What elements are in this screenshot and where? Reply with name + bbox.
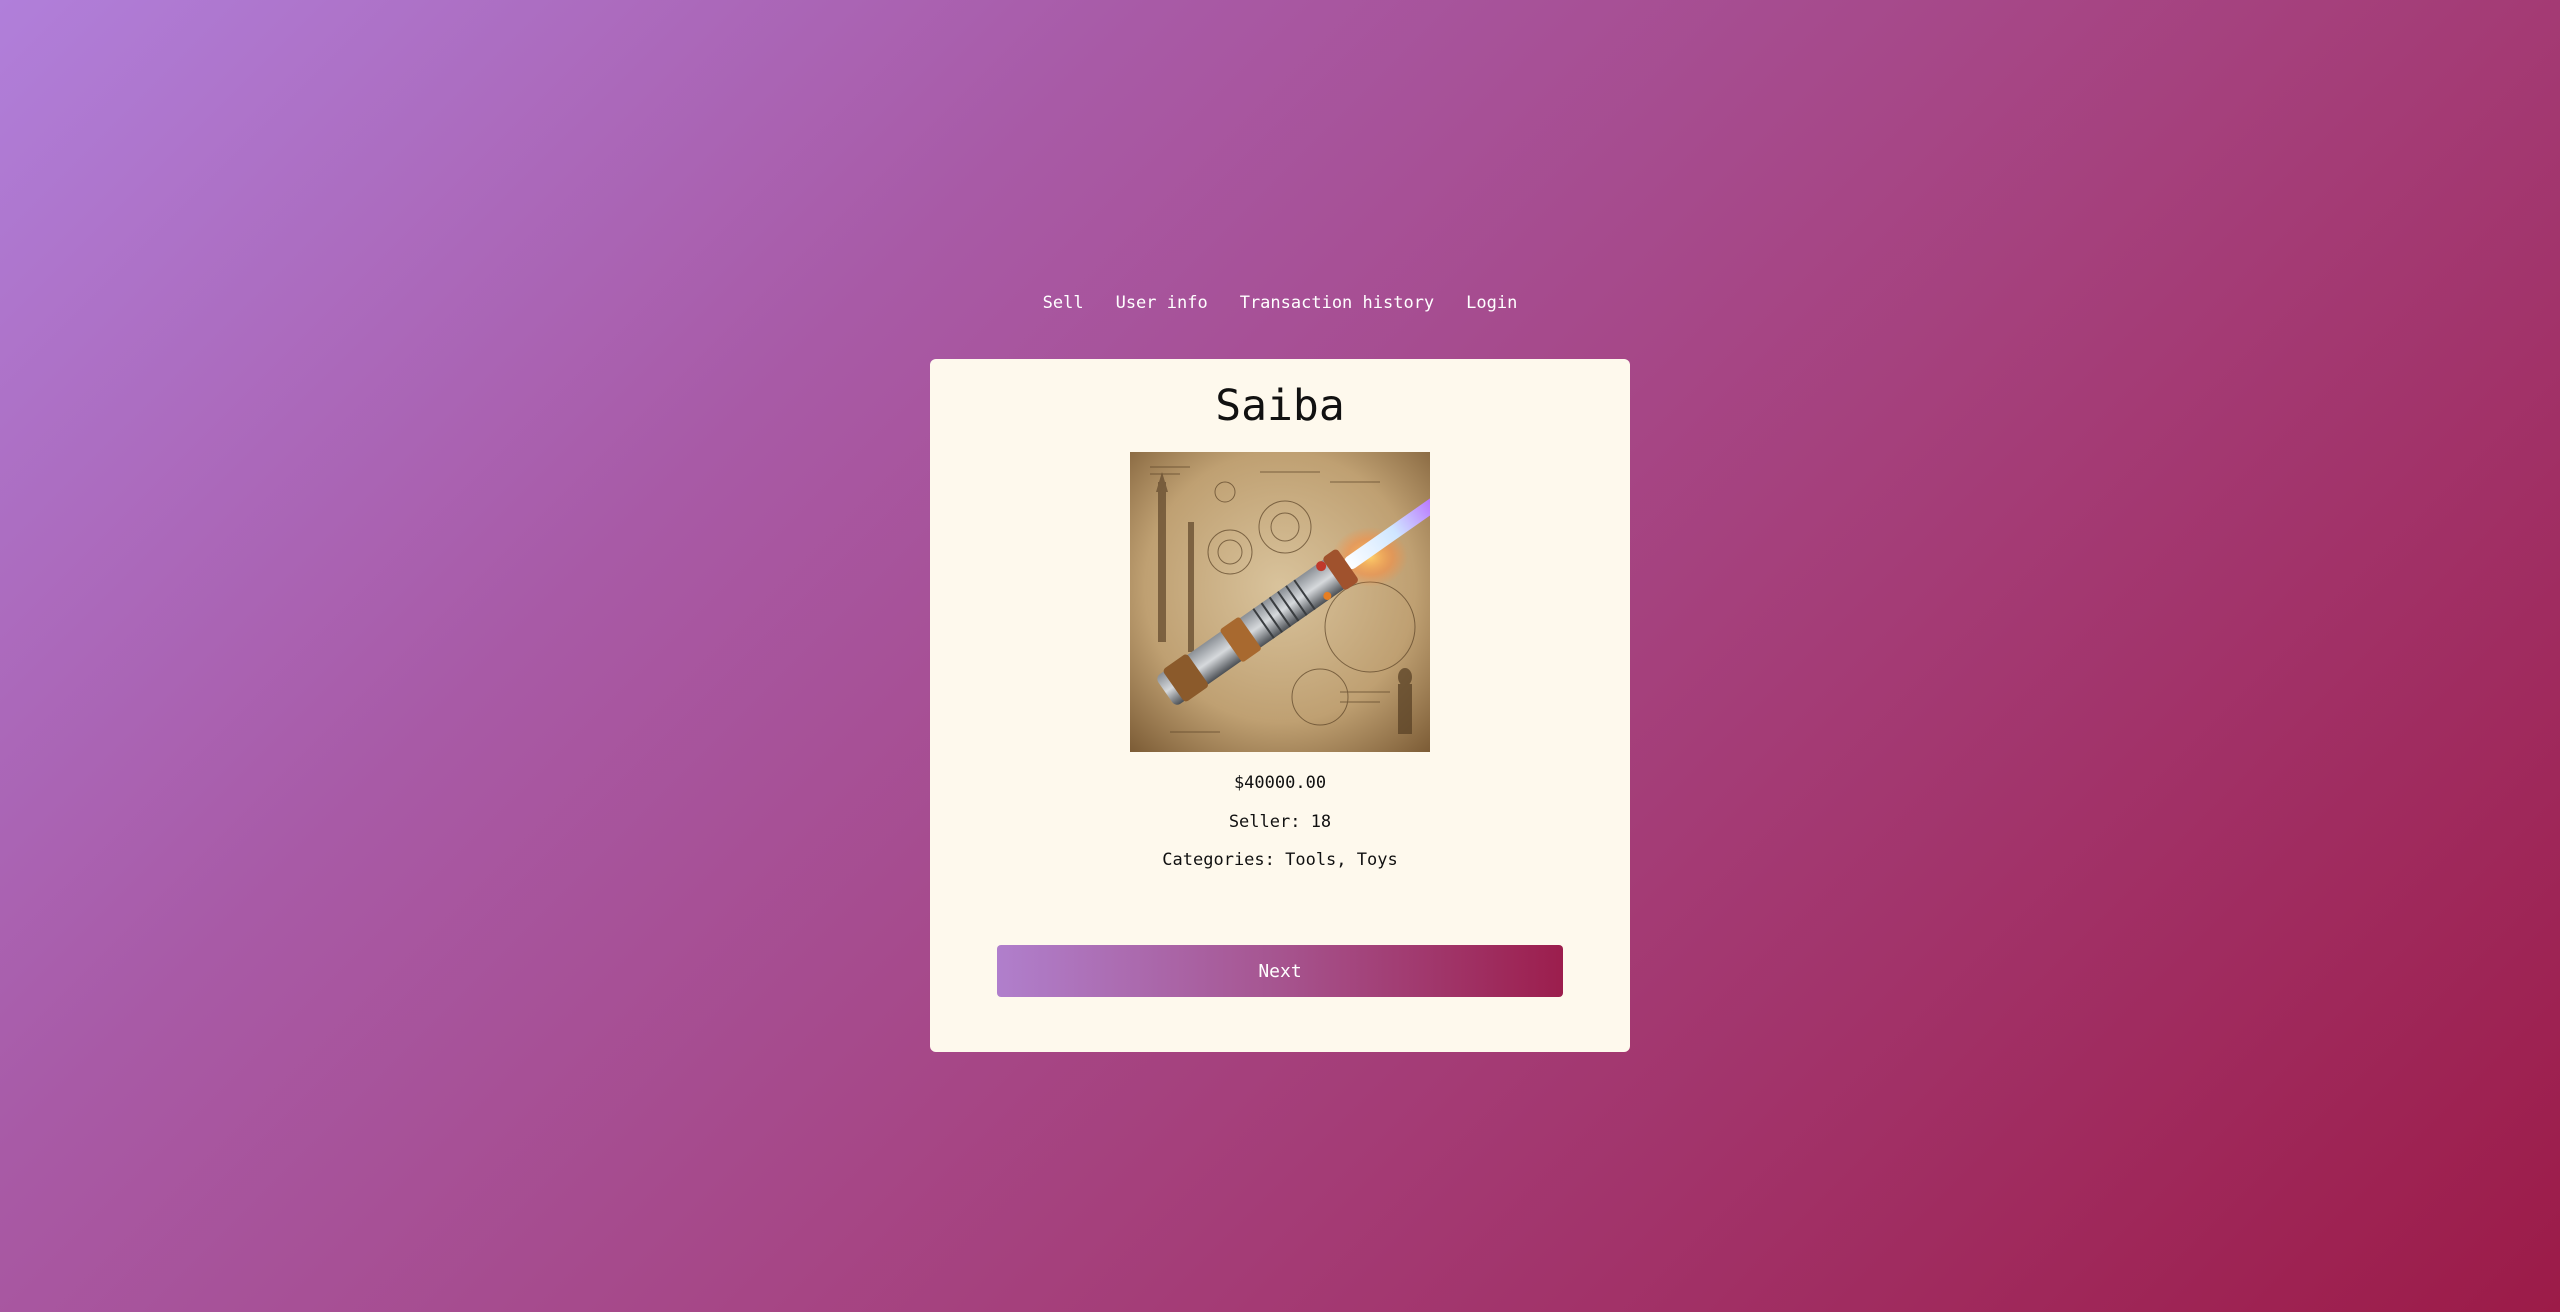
product-price: $40000.00 bbox=[1233, 773, 1327, 793]
product-title: Saiba bbox=[1215, 381, 1345, 431]
nav-user-info-link[interactable]: User info bbox=[1116, 293, 1208, 313]
lightsaber-illustration-icon bbox=[1130, 452, 1430, 752]
nav-sell-link[interactable]: Sell bbox=[1043, 293, 1084, 313]
top-nav: Sell User info Transaction history Login bbox=[0, 293, 2560, 313]
product-image bbox=[1130, 452, 1430, 752]
product-card: Saiba $40000.00 Seller: 18 Categories: T… bbox=[930, 359, 1630, 1052]
next-button[interactable]: Next bbox=[997, 945, 1563, 997]
product-categories: Categories: Tools, Toys bbox=[1162, 850, 1398, 870]
nav-login-link[interactable]: Login bbox=[1466, 293, 1517, 313]
product-seller: Seller: 18 bbox=[1228, 812, 1332, 832]
nav-transaction-history-link[interactable]: Transaction history bbox=[1240, 293, 1434, 313]
